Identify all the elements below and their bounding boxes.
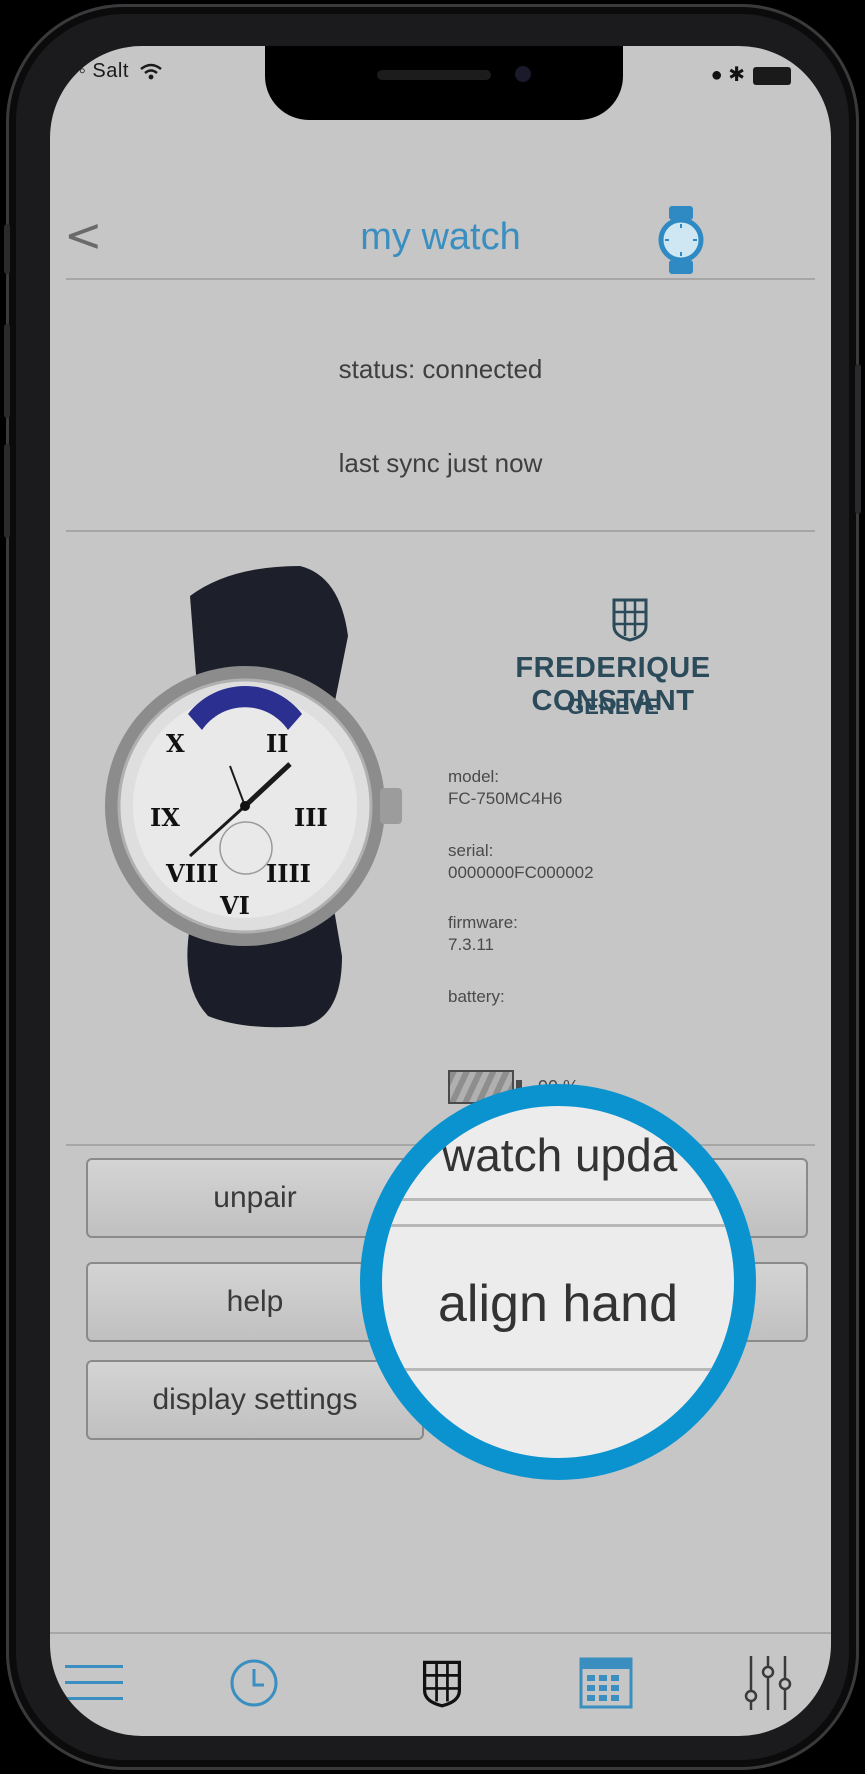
magnifier-divider-3	[382, 1368, 734, 1371]
front-camera	[515, 66, 531, 82]
firmware-value: 7.3.11	[448, 935, 495, 954]
menu-icon	[65, 1665, 123, 1700]
magnifier-divider-2	[382, 1224, 734, 1227]
svg-text:IIII: IIII	[266, 859, 311, 888]
magnified-align-hand-label[interactable]: align hand	[382, 1274, 734, 1334]
brand-logo-mark	[612, 598, 648, 642]
battery-status-icon	[753, 66, 791, 85]
serial-label: serial:	[448, 841, 494, 860]
model-info: model: FC-750MC4H6	[448, 766, 562, 810]
nav-divider	[66, 278, 815, 280]
firmware-info: firmware: 7.3.11	[448, 912, 518, 956]
mute-switch	[4, 224, 10, 274]
magnified-watch-update-label: watch upda	[442, 1129, 678, 1181]
notch	[265, 46, 623, 120]
clock-icon	[230, 1659, 278, 1707]
nav-bar: < my watch	[50, 196, 831, 278]
svg-text:X: X	[166, 729, 185, 758]
calendar-icon	[579, 1657, 633, 1709]
volume-down-button	[4, 444, 10, 538]
tab-calendar[interactable]	[574, 1648, 638, 1718]
svg-text:III: III	[294, 803, 328, 832]
zoom-magnifier: watch upda align hand	[360, 1084, 756, 1480]
svg-text:IX: IX	[150, 803, 180, 832]
svg-text:VIII: VIII	[165, 859, 218, 888]
status-carrier: ◦◦◦◦ Salt	[56, 60, 163, 83]
tab-bar	[50, 1636, 831, 1736]
display-settings-button[interactable]: display settings	[86, 1360, 424, 1440]
tab-brand[interactable]	[410, 1648, 474, 1718]
page-title: my watch	[360, 216, 521, 258]
last-sync: last sync just now	[338, 448, 543, 478]
screen: ◦◦◦◦ Salt ● ✱ < my watch status: connect…	[50, 46, 831, 1736]
wifi-icon	[140, 63, 162, 80]
brand-icon	[422, 1660, 462, 1708]
svg-text:II: II	[266, 729, 288, 758]
watch-icon[interactable]	[658, 204, 704, 276]
phone-frame: ◦◦◦◦ Salt ● ✱ < my watch status: connect…	[4, 4, 861, 1770]
watch-image: IIIIIIIII IXVIIIX VI	[105, 566, 402, 1028]
svg-text:VI: VI	[219, 891, 250, 920]
power-button	[855, 364, 861, 514]
magnifier-divider-1	[382, 1198, 734, 1201]
firmware-label: firmware:	[448, 913, 518, 932]
tab-clock[interactable]	[222, 1648, 286, 1718]
settings-sliders-icon	[744, 1656, 792, 1710]
connection-status: status: connected	[338, 354, 543, 384]
tab-menu[interactable]	[62, 1648, 126, 1718]
brand-subtitle: GENEVE	[567, 694, 659, 719]
status-right-icons: ● ✱	[711, 62, 791, 87]
serial-info: serial: 0000000FC000002	[448, 840, 594, 884]
battery-label: battery:	[448, 987, 505, 1006]
model-value: FC-750MC4H6	[448, 789, 563, 808]
speaker	[377, 70, 491, 80]
tabbar-divider	[50, 1632, 831, 1634]
model-label: model:	[448, 767, 500, 786]
volume-up-button	[4, 324, 10, 418]
tab-settings[interactable]	[736, 1648, 800, 1718]
serial-value: 0000000FC000002	[448, 863, 594, 882]
